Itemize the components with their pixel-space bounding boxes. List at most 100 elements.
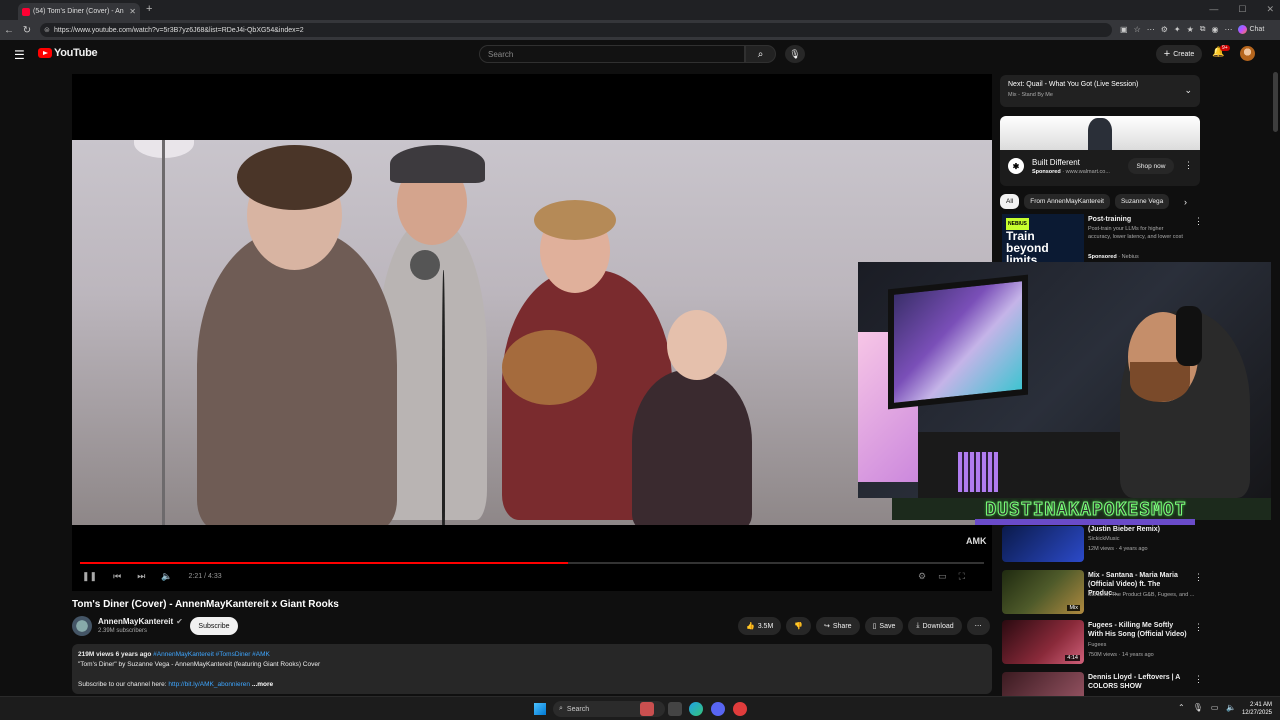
settings-gear-icon[interactable]: ⚙ [918,571,926,582]
duration-badge: 4:14 [1065,655,1080,661]
close-window-icon[interactable]: ✕ [1266,4,1274,15]
favorites-icon[interactable]: ★ [1187,25,1194,34]
windows-taskbar: ⌕ Search ⌃ 🎙 ▭ 🔈 2:41 AM 12/27/2025 [0,696,1280,720]
create-button[interactable]: + Create [1156,45,1202,63]
subscribe-link[interactable]: http://bit.ly/AMK_abonnieren [168,681,250,688]
more-icon[interactable]: ⋯ [1147,25,1155,34]
ad-menu-icon[interactable]: ⋮ [1194,216,1203,227]
more-actions-button[interactable]: ⋯ [966,617,990,635]
browser-menu-icon[interactable]: ⋯ [1224,25,1232,34]
video-frame[interactable] [72,140,992,525]
description-box[interactable]: 219M views 6 years ago #AnnenMayKanterei… [72,644,992,694]
back-icon[interactable]: ← [4,25,14,36]
like-button[interactable]: 👍 3.5M [738,617,782,635]
network-icon[interactable]: ▭ [1211,703,1219,712]
extension-icon[interactable]: ⚙ [1161,25,1168,34]
volume-icon[interactable]: 🔈 [161,571,172,582]
hashtags[interactable]: #AnnenMayKantereit #TomsDiner #AMK [153,651,270,658]
chip-suzanne-vega[interactable]: Suzanne Vega [1114,194,1170,209]
account-avatar[interactable] [1240,46,1255,61]
chevron-right-icon[interactable]: › [1184,197,1187,207]
recommendation-item[interactable]: Mix Mix - Santana - Maria Maria (Officia… [1000,570,1203,614]
show-more-button[interactable]: ...more [252,681,273,688]
close-tab-icon[interactable]: ✕ [129,7,136,16]
chip-from-channel[interactable]: From AnnenMayKantereit [1024,194,1110,209]
chevron-down-icon[interactable]: ⌄ [1184,85,1192,96]
save-label: Save [879,622,896,630]
menu-icon[interactable]: ☰ [14,48,25,62]
up-next-panel[interactable]: Next: Quail - What You Got (Live Session… [1000,75,1200,107]
rec-channel: Santana, The Product G&B, Fugees, and ..… [1088,592,1195,598]
discord-icon[interactable] [711,702,725,716]
chip-all[interactable]: All [1000,194,1020,209]
monitor-screen [888,274,1028,410]
page-scrollbar[interactable] [1271,68,1280,696]
search-button[interactable]: ⌕ [745,45,776,63]
fullscreen-icon[interactable]: ⛶ [959,571,965,582]
extensions-puzzle-icon[interactable]: ✦ [1174,25,1181,34]
channel-watermark[interactable]: AMK [966,536,987,546]
copilot-chat-button[interactable]: Chat [1238,24,1264,34]
ad-menu-icon[interactable]: ⋮ [1184,160,1193,171]
rec-menu-icon[interactable]: ⋮ [1194,674,1200,685]
shop-now-button[interactable]: Shop now [1128,158,1174,174]
sponsored-ad-walmart[interactable]: ✱ Built Different Sponsored · www.walmar… [1000,116,1200,186]
rec-meta: 750M views · 14 years ago [1088,652,1154,658]
reload-icon[interactable]: ↻ [22,25,32,36]
app-icon[interactable] [733,702,747,716]
new-tab-icon[interactable]: + [146,3,152,15]
rec-menu-icon[interactable]: ⋮ [1194,622,1203,633]
collections-icon[interactable]: ⧉ [1200,24,1206,34]
progress-bar[interactable] [80,562,984,564]
rec-title: Dennis Lloyd - Leftovers | A COLORS SHOW [1088,674,1181,690]
volume-icon[interactable]: 🔈 [1226,703,1236,712]
bookmark-star-icon[interactable]: ☆ [1134,25,1141,34]
scrollbar-thumb[interactable] [1273,72,1278,132]
mic-stand [442,270,445,525]
edge-browser-icon[interactable] [689,702,703,716]
description-line-1: "Tom's Diner" by Suzanne Vega - AnnenMay… [78,661,321,668]
windows-start-icon[interactable] [534,703,546,715]
voice-search-button[interactable]: 🎙 [785,45,805,63]
mix-badge: Mix [1067,605,1080,611]
save-button[interactable]: ▯ Save [864,617,904,635]
dislike-button[interactable]: 👎 [786,617,811,635]
video-thumbnail: 4:14 [1002,620,1084,664]
game-app-icon[interactable] [640,702,654,716]
rec-title: Fugees - Killing Me Softly With His Song… [1088,622,1187,638]
pause-icon[interactable]: ❚❚ [82,571,97,582]
recommendation-item[interactable]: Dennis Lloyd - Leftovers | A COLORS SHOW… [1000,672,1200,696]
profile-icon[interactable]: ◉ [1212,25,1219,34]
video-player[interactable]: AMK ❚❚ ⏮ ⏭ 🔈 2:21 / 4:33 ⚙ ▭ ⛶ [72,74,992,591]
search-input[interactable]: Search [479,45,745,63]
ad-description: Post-train your LLMs for higher accuracy… [1088,226,1183,240]
player-controls-right: ⚙ ▭ ⛶ [918,571,965,582]
install-app-icon[interactable]: ▣ [1120,25,1128,34]
miniplayer-icon[interactable]: ▭ [938,571,947,582]
system-clock[interactable]: 2:41 AM 12/27/2025 [1236,701,1272,717]
rec-menu-icon[interactable]: ⋮ [1194,572,1203,583]
youtube-logo[interactable]: YouTube [38,47,98,59]
chevron-up-icon[interactable]: ⌃ [1178,703,1185,712]
channel-avatar[interactable] [72,616,92,636]
browser-tab-bar: (54) Tom's Diner (Cover) - An ✕ + — ☐ ✕ [0,0,1280,20]
maximize-icon[interactable]: ☐ [1238,4,1246,15]
recommendation-item[interactable]: (Justin Bieber Remix) SickickMusic 12M v… [1000,526,1200,570]
subscribe-button[interactable]: Subscribe [190,617,238,635]
sponsored-ad-nebius[interactable]: NEBIUS Train beyond limits Post-training … [1000,214,1203,262]
recommendation-item[interactable]: 4:14 Fugees - Killing Me Softly With His… [1000,620,1203,664]
channel-name[interactable]: AnnenMayKantereit ✔ [98,617,183,626]
keyboard [958,452,998,492]
address-bar[interactable]: ⊜ https://www.youtube.com/watch?v=5r3B7y… [40,23,1112,37]
ad-brand-tag: NEBIUS [1006,218,1029,230]
minimize-icon[interactable]: — [1209,4,1218,15]
browser-tab[interactable]: (54) Tom's Diner (Cover) - An ✕ [18,3,140,20]
mic-icon[interactable]: 🎙 [1193,703,1203,712]
progress-fill [80,562,569,564]
download-button[interactable]: ⤓ Download [908,617,962,635]
file-explorer-icon[interactable] [668,702,682,716]
site-info-icon[interactable]: ⊜ [44,26,50,34]
next-icon[interactable]: ⏭ [137,571,145,582]
share-button[interactable]: ↪ Share [816,617,860,635]
previous-icon[interactable]: ⏮ [113,571,121,582]
